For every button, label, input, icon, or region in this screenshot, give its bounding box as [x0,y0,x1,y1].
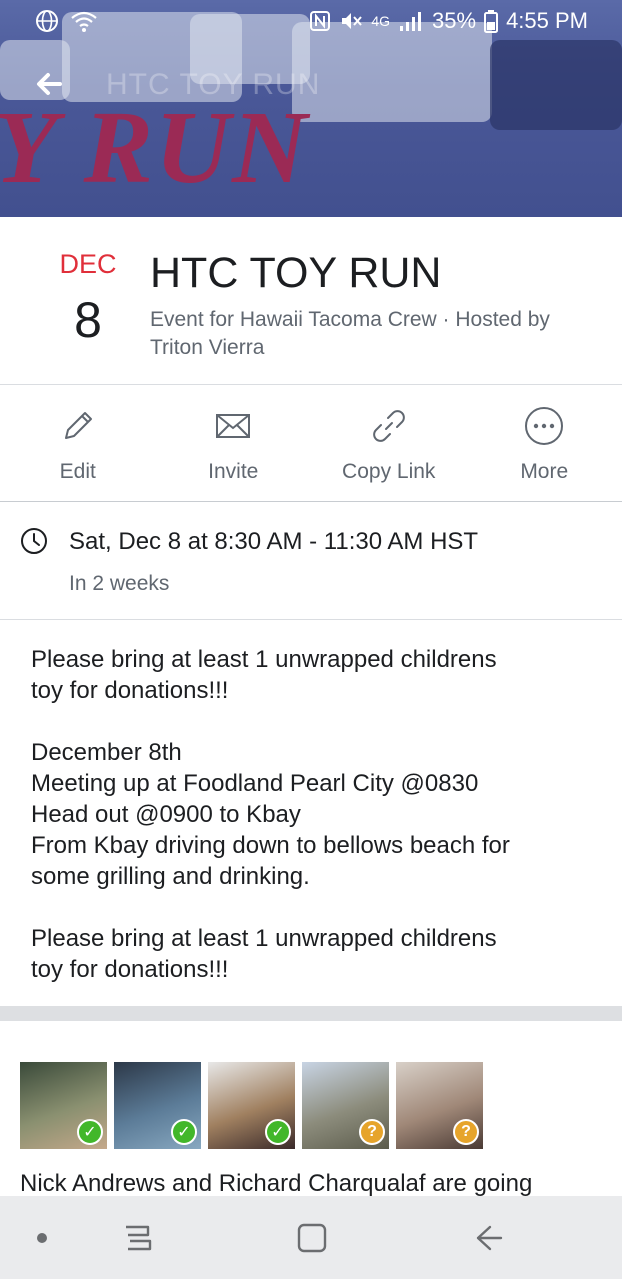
event-time[interactable]: Sat, Dec 8 at 8:30 AM - 11:30 AM HST In … [0,502,622,620]
network-type: 4G [371,13,391,29]
nav-dot-button[interactable] [22,1196,62,1279]
event-actions: Edit Invite Copy Link More [0,386,622,502]
description-line: December 8th [31,739,182,766]
going-check-icon: ✓ [265,1119,291,1145]
back-arrow-icon[interactable] [30,64,70,104]
link-icon [372,410,405,442]
event-header: DEC 8 HTC TOY RUN Event for Hawaii Tacom… [0,217,622,385]
more-button[interactable]: More [467,386,622,501]
battery-icon [484,10,499,33]
wifi-icon [71,11,97,32]
guest-avatar[interactable]: ? [302,1062,389,1149]
more-icon [525,407,564,445]
event-cover-photo: HTC TOY RUN Y RUN 4G 35% 4:55 PM [0,0,622,217]
edit-label: Edit [59,460,96,483]
copy-link-label: Copy Link [342,460,436,483]
battery-percent: 35% [432,8,477,33]
home-button[interactable] [284,1196,340,1279]
globe-icon [36,10,58,32]
maybe-question-icon: ? [453,1119,479,1145]
maybe-question-icon: ? [359,1119,385,1145]
pencil-icon [64,412,92,439]
home-icon [297,1223,327,1252]
signal-icon [400,12,422,31]
guest-avatar[interactable]: ✓ [208,1062,295,1149]
cover-truck [490,40,622,130]
clock-icon [21,528,47,554]
envelope-icon [216,414,251,438]
edit-button[interactable]: Edit [0,386,156,501]
description-line: Head out @0900 to Kbay [31,801,301,828]
event-day: 8 [74,292,102,348]
going-check-icon: ✓ [77,1119,103,1145]
system-nav-bar [0,1196,622,1279]
invite-label: Invite [208,460,259,483]
dot-icon [37,1232,47,1243]
recents-button[interactable] [110,1196,166,1279]
guest-avatar[interactable]: ? [396,1062,483,1149]
description-line: toy for donations!!! [31,956,229,983]
recents-icon [126,1225,152,1250]
description-line: Please bring at least 1 unwrapped childr… [31,925,497,952]
mute-icon [342,13,363,29]
event-title: HTC TOY RUN [150,249,442,297]
invite-button[interactable]: Invite [156,386,312,501]
description-line: toy for donations!!! [31,677,229,704]
going-check-icon: ✓ [171,1119,197,1145]
description-line: Please bring at least 1 unwrapped childr… [31,646,497,673]
clock-time: 4:55 PM [506,8,588,33]
status-bar: 4G 35% 4:55 PM [0,0,622,42]
guest-avatar[interactable]: ✓ [20,1062,107,1149]
going-summary[interactable]: Nick Andrews and Richard Charqualaf are … [20,1170,532,1198]
section-divider [0,1006,622,1021]
cover-banner-text: Y RUN [0,90,310,205]
description-line: Meeting up at Foodland Pearl City @0830 [31,770,479,797]
more-label: More [520,460,569,483]
event-relative-time: In 2 weeks [69,572,170,595]
guest-avatars[interactable]: ✓ ✓ ✓?? [20,1062,483,1149]
event-host-info[interactable]: Event for Hawaii Tacoma Crew · Hosted by… [150,306,590,362]
back-button[interactable] [460,1196,516,1279]
event-description: Please bring at least 1 unwrapped childr… [31,644,601,985]
copy-link-button[interactable]: Copy Link [311,386,467,501]
back-nav-icon [476,1225,503,1250]
nfc-icon [310,11,331,31]
description-line: some grilling and drinking. [31,863,310,890]
event-datetime: Sat, Dec 8 at 8:30 AM - 11:30 AM HST [69,528,479,555]
description-line: From Kbay driving down to bellows beach … [31,832,510,859]
guest-avatar[interactable]: ✓ [114,1062,201,1149]
event-month: DEC [59,249,117,279]
